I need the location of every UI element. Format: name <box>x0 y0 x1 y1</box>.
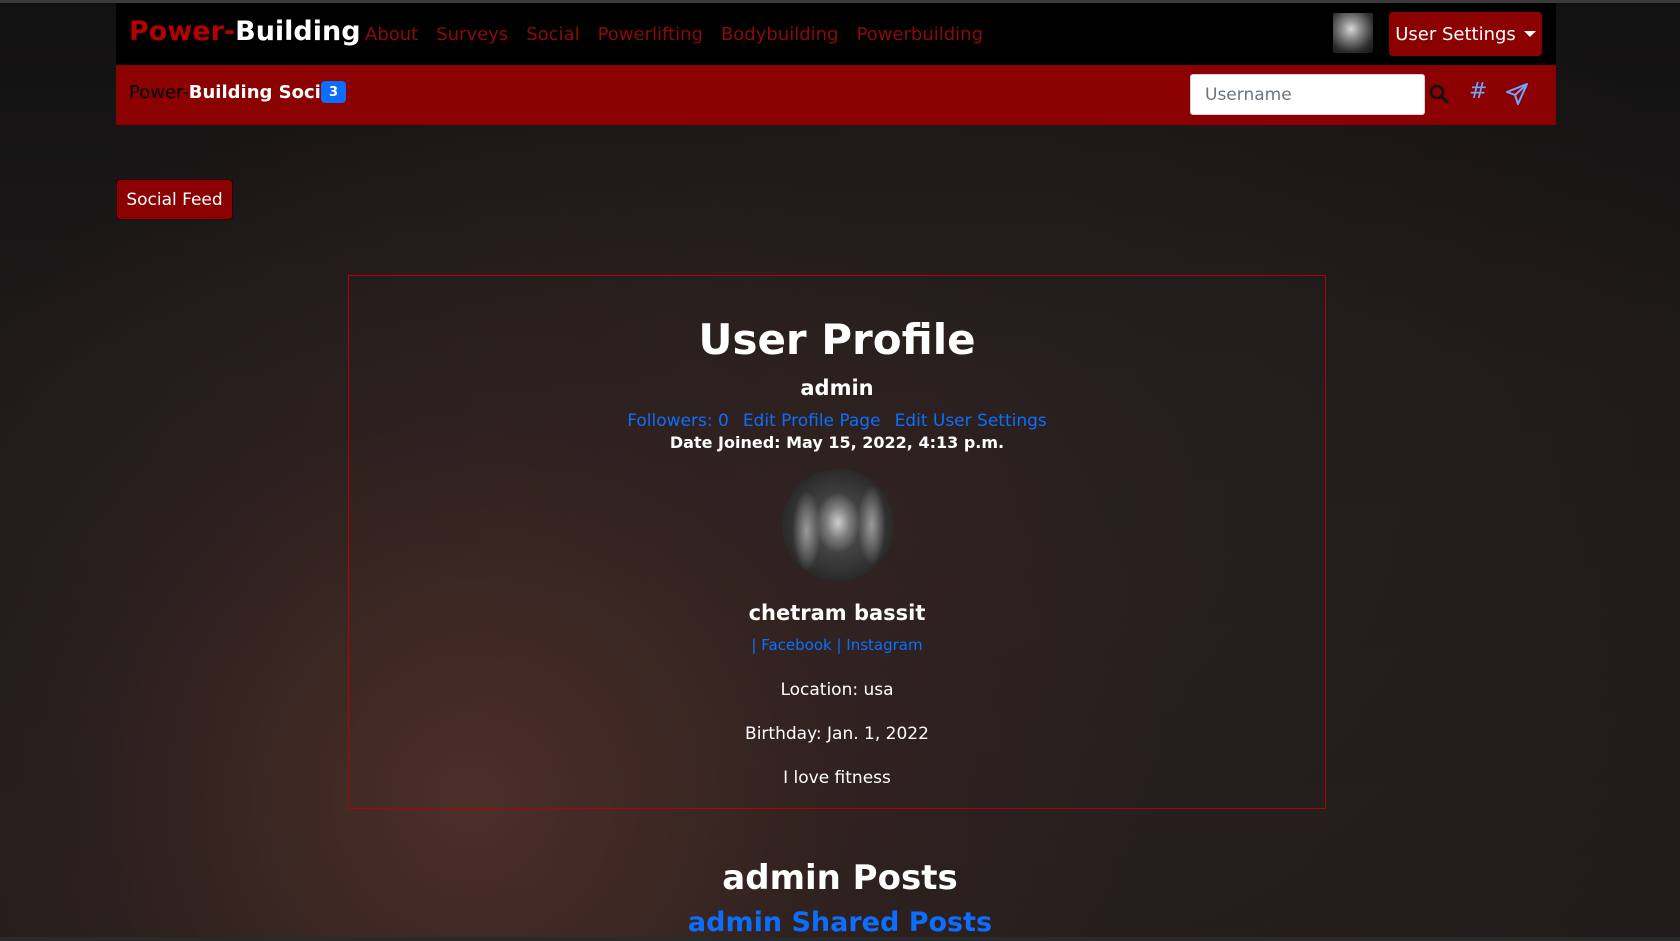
profile-username: admin <box>800 376 874 400</box>
nav-link-surveys[interactable]: Surveys <box>436 24 508 45</box>
profile-avatar <box>782 469 894 581</box>
social-title-part1: Power- <box>129 82 189 103</box>
nav-link-social[interactable]: Social <box>526 24 579 45</box>
username-search-input[interactable] <box>1190 74 1425 115</box>
social-subbar: Power-Building Social 3 # <box>116 65 1556 125</box>
brand-part1: Power- <box>129 16 236 47</box>
nav-link-about[interactable]: About <box>365 24 418 45</box>
social-feed-button[interactable]: Social Feed <box>116 179 233 220</box>
hashtag-icon[interactable]: # <box>1469 79 1487 104</box>
separator: | <box>751 636 762 654</box>
instagram-link[interactable]: Instagram <box>846 636 922 654</box>
separator: | <box>831 636 847 654</box>
bottom-border <box>0 937 1680 941</box>
full-name: chetram bassit <box>748 601 926 625</box>
location-text: Location: usa <box>780 680 894 700</box>
profile-actions: Followers: 0 Edit Profile Page Edit User… <box>349 411 1325 431</box>
nav-link-bodybuilding[interactable]: Bodybuilding <box>721 24 839 45</box>
chevron-down-icon <box>1523 31 1536 37</box>
date-joined: Date Joined: May 15, 2022, 4:13 p.m. <box>669 433 1005 452</box>
nav-links: About Surveys Social Powerlifting Bodybu… <box>365 24 983 45</box>
social-links: | Facebook | Instagram <box>349 636 1325 654</box>
user-settings-label: User Settings <box>1395 23 1516 45</box>
search-icon[interactable] <box>1428 83 1450 105</box>
send-icon[interactable] <box>1505 82 1529 106</box>
profile-card: User Profile admin Followers: 0 Edit Pro… <box>348 275 1326 809</box>
posts-heading: admin Posts <box>722 858 958 898</box>
nav-link-powerbuilding[interactable]: Powerbuilding <box>856 24 983 45</box>
page-title: User Profile <box>698 315 976 364</box>
main-navbar: Power-Building About Surveys Social Powe… <box>116 3 1556 65</box>
notification-badge[interactable]: 3 <box>321 81 346 103</box>
bio-text: I love fitness <box>783 768 891 788</box>
brand-part2: Building <box>235 16 361 47</box>
facebook-link[interactable]: Facebook <box>761 636 831 654</box>
birthday-text: Birthday: Jan. 1, 2022 <box>745 724 929 744</box>
social-title-part2: Building Social <box>188 82 340 103</box>
edit-profile-link[interactable]: Edit Profile Page <box>743 411 881 431</box>
followers-link[interactable]: Followers: 0 <box>627 411 729 431</box>
nav-link-powerlifting[interactable]: Powerlifting <box>598 24 703 45</box>
user-settings-button[interactable]: User Settings <box>1389 12 1542 56</box>
social-title[interactable]: Power-Building Social <box>129 82 339 103</box>
brand-logo[interactable]: Power-Building <box>129 16 361 47</box>
shared-posts-link[interactable]: admin Shared Posts <box>0 907 1680 938</box>
nav-avatar[interactable] <box>1333 13 1373 53</box>
edit-user-settings-link[interactable]: Edit User Settings <box>895 411 1047 431</box>
